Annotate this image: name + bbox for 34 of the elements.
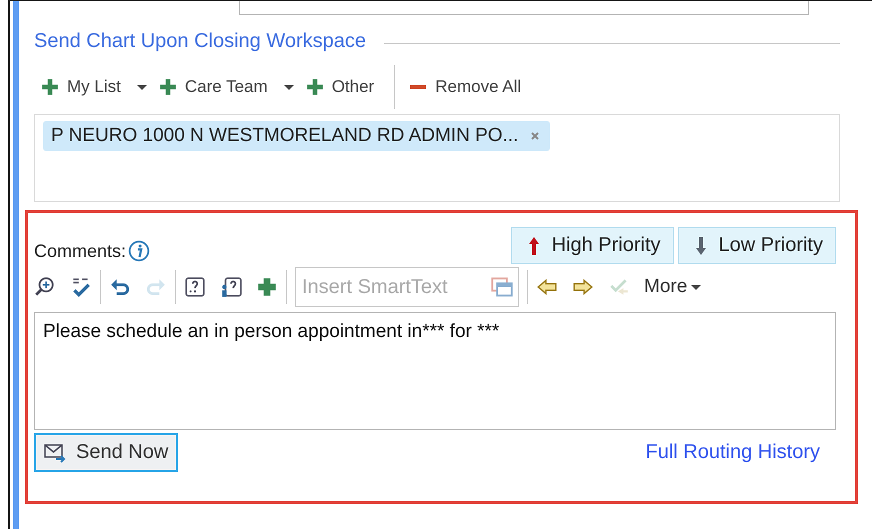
right-arrow-icon[interactable]: [572, 276, 594, 298]
add-button[interactable]: My List: [41, 77, 155, 97]
plus-icon: [306, 78, 324, 96]
section-title: Send Chart Upon Closing Workspace: [34, 30, 366, 53]
question-box-icon[interactable]: [184, 276, 206, 298]
caret-icon: [691, 284, 702, 290]
send-now-button[interactable]: Send Now: [34, 433, 178, 472]
full-routing-history-link[interactable]: Full Routing History: [645, 441, 820, 464]
user-question-icon[interactable]: [220, 276, 242, 298]
low-priority-button[interactable]: Low Priority: [678, 227, 836, 264]
send-mail-icon: [44, 442, 68, 462]
more-button[interactable]: More: [644, 276, 702, 298]
comments-label: Comments:: [34, 240, 126, 262]
plus-icon[interactable]: [256, 276, 278, 298]
text-field[interactable]: [239, 1, 809, 15]
caret-icon: [136, 84, 147, 90]
down-arrow-icon: [694, 236, 707, 256]
remove-button[interactable]: Remove All: [409, 77, 530, 97]
plus-icon: [158, 78, 177, 96]
smarttext-field[interactable]: Insert SmartText: [295, 267, 519, 307]
up-arrow-icon: [528, 236, 540, 256]
close-icon[interactable]: [530, 131, 540, 141]
zoom-in-icon[interactable]: [34, 276, 56, 298]
left-arrow-icon[interactable]: [536, 276, 558, 298]
high-priority-button[interactable]: High Priority: [510, 227, 674, 264]
comment-text-area[interactable]: Please schedule an in person appointment in*** for ***: [34, 312, 836, 430]
caret-icon: [284, 84, 294, 90]
minus-icon: [409, 85, 428, 89]
info-icon[interactable]: [128, 240, 150, 262]
recipient-name: P NEURO 1000 N WESTMORELAND RD ADMIN PO...: [51, 125, 518, 147]
add-button[interactable]: Other: [306, 77, 382, 97]
plus-icon: [41, 78, 59, 96]
window-icon: [491, 277, 513, 297]
add-button[interactable]: Care Team: [158, 77, 302, 97]
